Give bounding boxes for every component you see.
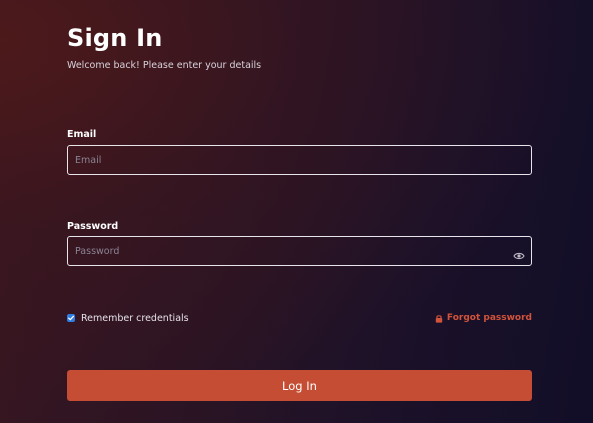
- password-label: Password: [67, 221, 119, 232]
- password-field-wrapper: [67, 236, 532, 266]
- remember-checkbox[interactable]: [67, 314, 75, 322]
- remember-label: Remember credentials: [81, 312, 189, 324]
- email-field-wrapper: [67, 145, 532, 175]
- forgot-password-link[interactable]: Forgot password: [435, 311, 532, 325]
- page-subtitle: Welcome back! Please enter your details: [67, 60, 262, 71]
- lock-icon: [435, 314, 443, 323]
- login-button[interactable]: Log In: [67, 370, 532, 401]
- remember-credentials[interactable]: Remember credentials: [67, 311, 189, 325]
- email-label: Email: [67, 129, 97, 140]
- password-field[interactable]: [68, 237, 531, 265]
- page-title: Sign In: [67, 24, 163, 52]
- sign-in-form: Sign In Welcome back! Please enter your …: [67, 0, 532, 423]
- email-field[interactable]: [68, 146, 531, 174]
- eye-icon[interactable]: [513, 246, 525, 260]
- forgot-password-label: Forgot password: [446, 313, 532, 323]
